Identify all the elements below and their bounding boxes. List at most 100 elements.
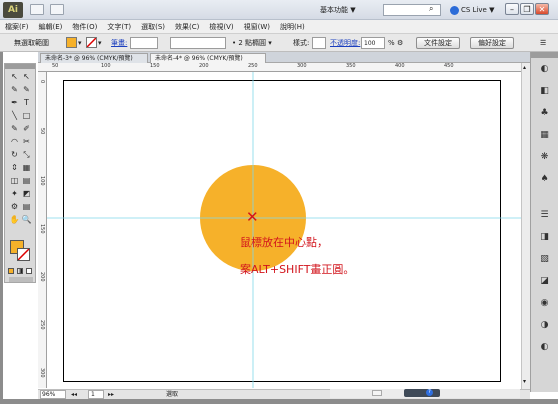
artboard-nav-next-icon[interactable]: ▸▸ xyxy=(108,390,114,399)
menu-window[interactable]: 視窗(W) xyxy=(239,20,275,33)
fill-color-swatch[interactable] xyxy=(66,37,77,48)
arrange-documents-icon[interactable] xyxy=(50,4,64,15)
menu-type[interactable]: 文字(T) xyxy=(102,20,136,33)
fill-dropdown-icon[interactable]: ▾ xyxy=(78,37,82,49)
ruler-tick-label: 0 xyxy=(39,80,45,84)
tab-document-4[interactable]: 未命名-4* @ 96% (CMYK/預覽) xyxy=(150,53,266,63)
control-panel-menu-icon[interactable]: ☰ xyxy=(540,37,546,49)
preferences-button[interactable]: 偏好設定 xyxy=(470,37,514,49)
opacity-field[interactable]: 100 xyxy=(361,37,385,49)
vertical-ruler[interactable]: 0 50 100 150 200 250 300 xyxy=(38,72,47,388)
paintbrush-tool-icon[interactable]: ✎ xyxy=(9,124,20,134)
selection-tool-icon[interactable]: ↖ xyxy=(9,72,20,82)
search-icon[interactable]: ⌕ xyxy=(429,4,439,14)
gradient-mode-button[interactable] xyxy=(17,268,23,274)
stroke-label[interactable]: 筆畫: xyxy=(111,37,127,49)
line-segment-tool-icon[interactable]: ╲ xyxy=(9,111,20,121)
color-guide-icon[interactable]: ◧ xyxy=(538,86,551,97)
bridge-icon[interactable] xyxy=(30,4,44,15)
stroke-weight-field[interactable] xyxy=(130,37,158,49)
ruler-tick-label: 350 xyxy=(346,63,356,69)
lasso-tool-icon[interactable]: ✎ xyxy=(21,85,32,95)
hand-tool-icon[interactable]: ✋ xyxy=(9,215,20,225)
ruler-tick-label: 150 xyxy=(150,63,160,69)
brush-definition-dropdown[interactable]: • 2 點橢圓 ▾ xyxy=(232,37,272,49)
artboards-panel-icon[interactable]: ◐ xyxy=(538,342,551,353)
type-tool-icon[interactable]: T xyxy=(21,98,32,108)
align-options-icon[interactable]: ⚙ xyxy=(397,37,403,49)
menu-view[interactable]: 檢視(V) xyxy=(204,20,238,33)
dock-header[interactable] xyxy=(531,52,558,58)
stroke-swatch-large[interactable] xyxy=(17,248,30,261)
zoom-tool-icon[interactable]: 🔍 xyxy=(21,215,32,225)
eraser-tool-icon[interactable]: ✂ xyxy=(21,137,32,147)
color-mode-button[interactable] xyxy=(8,268,14,274)
scroll-down-icon[interactable]: ▾ xyxy=(523,379,529,385)
brushes-panel-icon[interactable]: ❋ xyxy=(538,152,551,163)
width-tool-icon[interactable]: ⇕ xyxy=(9,163,20,173)
free-transform-tool-icon[interactable]: ▦ xyxy=(21,163,32,173)
symbols-sprayer-icon[interactable]: ♠ xyxy=(538,174,551,185)
blob-brush-tool-icon[interactable]: ◠ xyxy=(9,137,20,147)
mesh-tool-icon[interactable]: ✦ xyxy=(9,189,20,199)
transparency-panel-icon[interactable]: ▧ xyxy=(538,254,551,265)
menu-object[interactable]: 物件(O) xyxy=(67,20,102,33)
graphic-style-swatch[interactable] xyxy=(312,37,326,49)
scroll-thumb[interactable] xyxy=(372,390,382,396)
gradient-panel-icon[interactable]: ◨ xyxy=(538,232,551,243)
draw-mode-buttons[interactable] xyxy=(9,277,33,282)
horizontal-ruler[interactable]: 50 100 150 200 250 300 350 400 450 xyxy=(38,63,521,72)
perspective-grid-tool-icon[interactable]: ▤ xyxy=(21,176,32,186)
restore-button[interactable]: ❐ xyxy=(520,3,534,15)
document-setup-button[interactable]: 文件設定 xyxy=(416,37,460,49)
vertical-scrollbar[interactable]: ▴ ▾ xyxy=(521,63,530,389)
rectangle-tool-icon[interactable]: □ xyxy=(21,111,32,121)
tab-label: 未命名-4* @ 96% (CMYK/預覽) xyxy=(155,55,243,62)
artboard-number-field[interactable]: 1 xyxy=(88,390,104,399)
rotate-tool-icon[interactable]: ↻ xyxy=(9,150,20,160)
appearance-panel-icon[interactable]: ◪ xyxy=(538,276,551,287)
zoom-level-field[interactable]: 96% xyxy=(40,390,66,399)
ruler-tick-label: 400 xyxy=(395,63,405,69)
horizontal-scrollbar[interactable]: ? xyxy=(330,389,520,398)
stroke-dropdown-icon[interactable]: ▾ xyxy=(98,37,102,49)
stroke-panel-icon[interactable]: ☰ xyxy=(538,210,551,221)
ruler-tick-label: 100 xyxy=(101,63,111,69)
scroll-up-icon[interactable]: ▴ xyxy=(523,65,529,71)
menu-effect[interactable]: 效果(C) xyxy=(170,20,204,33)
layers-panel-icon[interactable]: ◑ xyxy=(538,320,551,331)
menu-file[interactable]: 檔案(F) xyxy=(0,20,34,33)
cs-live-icon xyxy=(450,5,459,15)
canvas-area[interactable]: ✕ 鼠標放在中心點， 案ALT+SHIFT畫正圓。 xyxy=(47,72,521,388)
shape-builder-tool-icon[interactable]: ◫ xyxy=(9,176,20,186)
tab-document-3[interactable]: 未命名-3* @ 96% (CMYK/預覽) xyxy=(40,53,148,63)
close-button[interactable]: ✕ xyxy=(535,3,549,15)
menu-help[interactable]: 說明(H) xyxy=(275,20,310,33)
color-panel-icon[interactable]: ◐ xyxy=(538,64,551,75)
help-navigator[interactable]: ? xyxy=(404,389,440,397)
symbols-panel-icon[interactable]: ♣ xyxy=(538,108,551,119)
artboard-nav-prev-icon[interactable]: ◂◂ xyxy=(71,390,77,399)
none-mode-button[interactable] xyxy=(26,268,32,274)
gradient-tool-icon[interactable]: ◩ xyxy=(21,189,32,199)
cs-live-menu[interactable]: CS Live ▼ xyxy=(450,4,496,16)
magic-wand-tool-icon[interactable]: ✎ xyxy=(9,85,20,95)
variable-width-profile[interactable] xyxy=(170,37,226,49)
direct-selection-tool-icon[interactable]: ↖ xyxy=(21,72,32,82)
scale-tool-icon[interactable]: ⤡ xyxy=(21,150,32,160)
graphic-styles-icon[interactable]: ◉ xyxy=(538,298,551,309)
eyedropper-tool-icon[interactable]: ⚙ xyxy=(9,202,20,212)
minimize-button[interactable]: – xyxy=(505,3,519,15)
status-mode[interactable]: 選取 xyxy=(166,390,178,399)
blend-tool-icon[interactable]: ▤ xyxy=(21,202,32,212)
stroke-color-swatch[interactable] xyxy=(86,37,97,48)
opacity-label[interactable]: 不透明度: xyxy=(330,37,360,49)
menu-select[interactable]: 選取(S) xyxy=(136,20,170,33)
annotation-line-2: 案ALT+SHIFT畫正圓。 xyxy=(240,263,355,276)
pen-tool-icon[interactable]: ✒ xyxy=(9,98,20,108)
menu-edit[interactable]: 編輯(E) xyxy=(34,20,68,33)
tools-panel-header[interactable] xyxy=(5,64,35,69)
swatches-panel-icon[interactable]: ▦ xyxy=(538,130,551,141)
workspace-switcher[interactable]: 基本功能 ▼ xyxy=(320,4,378,16)
pencil-tool-icon[interactable]: ✐ xyxy=(21,124,32,134)
